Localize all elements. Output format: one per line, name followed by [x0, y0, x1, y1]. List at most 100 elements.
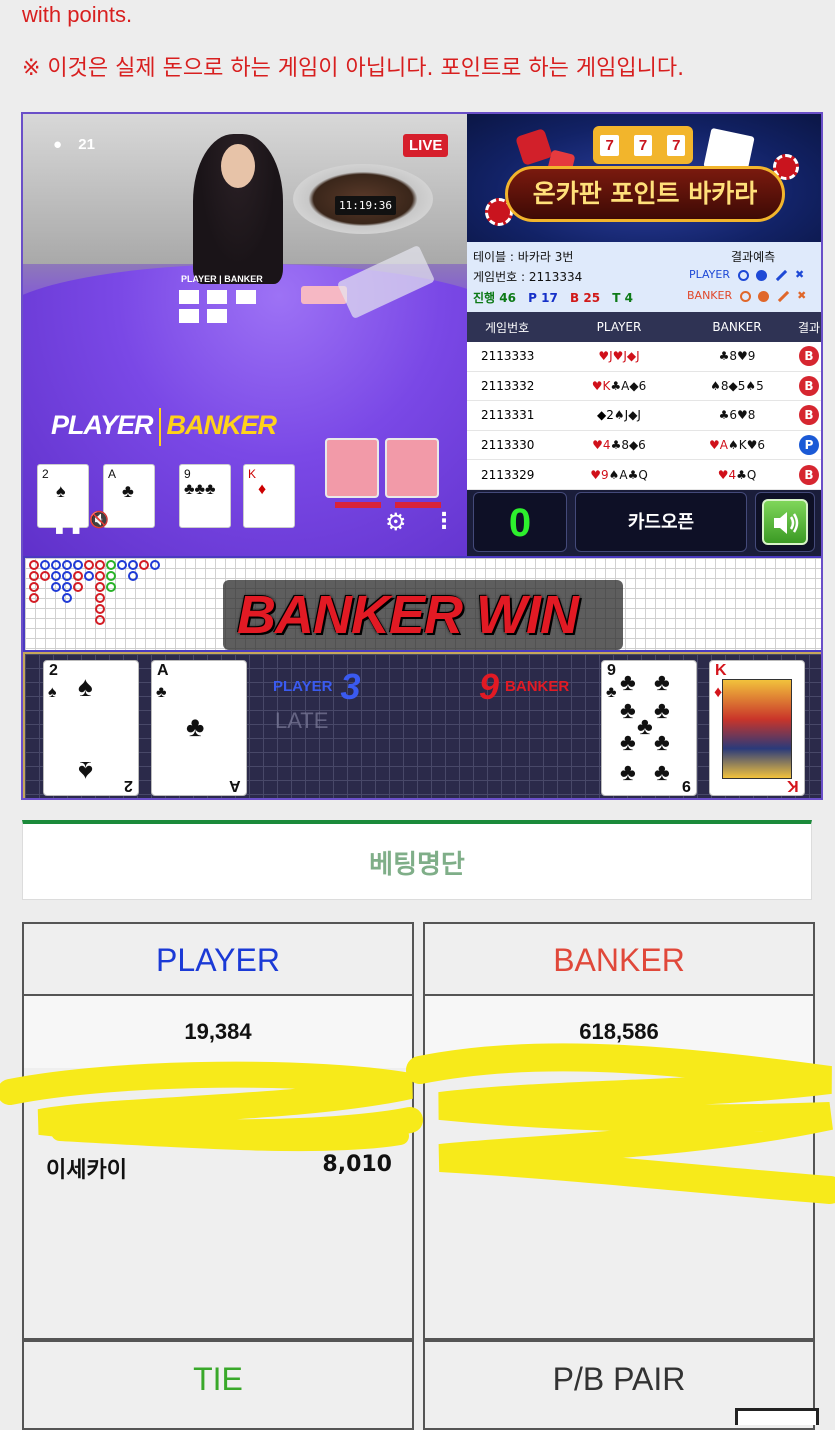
roadmap-dot	[95, 615, 105, 625]
history-result: P	[795, 435, 821, 456]
roadmap-dot	[40, 571, 50, 581]
circle-icon[interactable]	[737, 269, 749, 281]
history-player-cards: ◆2♠J◆J	[597, 408, 641, 423]
result-panel: 2 ♠ ♠ ♠ 2 A ♣ ♣ A PLAYER 3 LATE 9 BANKER 9…	[23, 652, 821, 798]
player-bet-header: PLAYER	[24, 924, 412, 996]
live-badge: LIVE	[403, 134, 449, 157]
roadmap-dot	[62, 560, 72, 570]
roadmap-dot	[84, 560, 94, 570]
dot-icon[interactable]	[756, 269, 767, 281]
more-icon[interactable]: ⋮	[433, 508, 455, 534]
roadmap-dot	[62, 582, 72, 592]
history-row: 2113330 ♥4♣8◆6 ♥A♠K♥6 P	[467, 431, 821, 461]
banker-bet-header: BANKER	[425, 924, 813, 996]
roadmap-dot	[95, 593, 105, 603]
baccarat-game-panel: 11:19:36 ● 21 LIVE PLAYER | BANKER PLAYE…	[21, 112, 823, 800]
roadmap-dot	[106, 560, 116, 570]
roadmap-dot	[95, 560, 105, 570]
roadmap-dot	[29, 593, 39, 603]
roadmap-dot	[40, 560, 50, 570]
history-header: 게임번호 PLAYER BANKER 결과	[467, 312, 821, 342]
sound-button[interactable]	[755, 492, 815, 552]
live-video[interactable]: 11:19:36 ● 21 LIVE PLAYER | BANKER PLAYE…	[23, 114, 467, 556]
history-result: B	[795, 464, 821, 485]
roadmap-dot	[62, 571, 72, 581]
roadmap-dot	[51, 571, 61, 581]
roadmap-dot	[128, 560, 138, 570]
game-logo: 777 온카판 포인트 바카라	[467, 114, 821, 242]
history-player-cards: ♥4♣8◆6	[592, 438, 646, 453]
slash-icon[interactable]	[777, 290, 789, 302]
game-number: 게임번호 : 2113334	[473, 270, 583, 284]
history-banker-cards: ♠8◆5♠5	[710, 378, 764, 393]
history-player-cards: ♥K♣A◆6	[591, 378, 647, 393]
notice-line-1: with points.	[22, 2, 133, 27]
banker-card-2: K ♦ K	[709, 660, 805, 796]
history-row: 2113332 ♥K♣A◆6 ♠8◆5♠5 B	[467, 372, 821, 402]
user-icon: ●	[53, 136, 63, 153]
faded-text: LATE	[275, 708, 329, 733]
progress-counts: 진행 46 P 17 B 25 T 4	[473, 291, 633, 305]
gear-icon[interactable]: ⚙	[385, 508, 407, 537]
history-banker-cards: ♥A♠K♥6	[708, 438, 765, 453]
card-open-button[interactable]: 카드오픈	[575, 492, 747, 552]
roadmap-dot	[84, 571, 94, 581]
slash-icon[interactable]	[775, 269, 787, 281]
dice-icon	[515, 128, 553, 166]
roadmap-dot	[95, 582, 105, 592]
pause-icon[interactable]: ❚❚	[51, 510, 85, 535]
history-banker-cards: ♣6♥8	[718, 408, 756, 423]
viewer-count: ● 21	[53, 136, 95, 153]
roadmap-dot	[95, 571, 105, 581]
history-banker-cards: ♥4♣Q	[717, 467, 757, 482]
result-player-score: PLAYER 3	[273, 666, 361, 707]
roadmap-dot	[29, 582, 39, 592]
roadmap-dot	[106, 582, 116, 592]
roadmap-dot	[150, 560, 160, 570]
dot-icon[interactable]	[758, 290, 770, 302]
scroll-top-button[interactable]	[735, 1408, 819, 1425]
card-back	[325, 438, 379, 498]
slot-machine: 777	[593, 126, 693, 164]
mute-icon[interactable]: 🔇	[89, 510, 109, 530]
winner-banner: BANKER WIN	[237, 585, 579, 645]
x-icon[interactable]: ✖	[795, 268, 804, 281]
prediction-title: 결과예측	[731, 250, 776, 264]
player-banker-overlay: PLAYER BANKER	[51, 408, 277, 446]
roadmap-dot	[128, 571, 138, 581]
card-back	[385, 438, 439, 498]
history-banker-cards: ♣8♥9	[718, 349, 756, 364]
score-display: 0	[473, 492, 567, 552]
history-row: 2113329 ♥9♠A♣Q ♥4♣Q B	[467, 460, 821, 490]
roadmap-dot	[95, 604, 105, 614]
roadmap-dot	[73, 582, 83, 592]
roadmap-dot	[51, 560, 61, 570]
roadmap-dot	[29, 560, 39, 570]
roadmap-dot	[139, 560, 149, 570]
table-name: 테이블 : 바카라 3번	[473, 250, 574, 264]
history-player-cards: ♥9♠A♣Q	[590, 467, 648, 482]
history-row: 2113333 ♥J♥J◆J ♣8♥9 B	[467, 342, 821, 372]
history-game-no: 2113330	[481, 438, 535, 453]
x-icon[interactable]: ✖	[797, 289, 806, 302]
history-result: B	[795, 375, 821, 396]
player-card-1: 2 ♠ ♠ ♠ 2	[43, 660, 139, 796]
logo-title: 온카판 포인트 바카라	[505, 166, 785, 222]
notice-line-2: ※ 이것은 실제 돈으로 하는 게임이 아닙니다. 포인트로 하는 게임입니다.	[22, 56, 685, 81]
history-game-no: 2113331	[481, 408, 535, 423]
player-card-2: A ♣ ♣ A	[151, 660, 247, 796]
roadmap-dot	[51, 582, 61, 592]
prediction-banker: BANKER ✖	[687, 289, 807, 302]
result-banker-score: 9 BANKER	[479, 666, 570, 707]
history-game-no: 2113332	[481, 378, 535, 393]
roadmap-dot	[73, 571, 83, 581]
video-card: 9 ♣♣♣	[179, 464, 231, 528]
redaction-scribble	[0, 1043, 835, 1204]
history-result: B	[795, 346, 821, 367]
circle-icon[interactable]	[739, 290, 751, 302]
video-card: A ♣	[103, 464, 155, 528]
speaker-icon	[774, 512, 799, 534]
roadmap-dot	[117, 560, 127, 570]
table-info: 테이블 : 바카라 3번 게임번호 : 2113334 진행 46 P 17 B…	[467, 242, 821, 312]
history-row: 2113331 ◆2♠J◆J ♣6♥8 B	[467, 401, 821, 431]
